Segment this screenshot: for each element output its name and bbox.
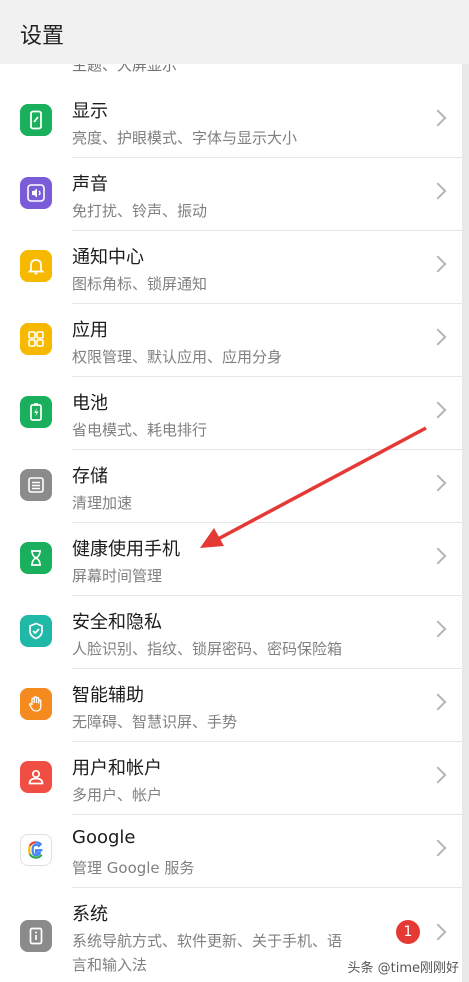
settings-item-subtitle: 管理 Google 服务 <box>72 859 195 877</box>
settings-item-subtitle: 多用户、帐户 <box>72 786 163 804</box>
settings-item-google[interactable]: Google 管理 Google 服务 <box>0 815 462 888</box>
chevron-right-icon <box>429 839 447 857</box>
settings-item-security[interactable]: 安全和隐私 人脸识别、指纹、锁屏密码、密码保险箱 <box>0 596 462 669</box>
update-badge: 1 <box>396 920 420 944</box>
settings-item-subtitle: 图标角标、锁屏通知 <box>72 275 208 293</box>
page-title: 设置 <box>20 24 65 49</box>
shield-icon <box>20 615 52 647</box>
settings-item-subtitle: 权限管理、默认应用、应用分身 <box>72 348 283 366</box>
settings-item-title: 智能辅助 <box>72 685 144 706</box>
settings-item-subtitle: 无障碍、智慧识屏、手势 <box>72 713 238 731</box>
settings-item-notifications[interactable]: 通知中心 图标角标、锁屏通知 <box>0 231 462 304</box>
settings-item-title: 声音 <box>72 174 108 195</box>
system-icon <box>20 920 52 952</box>
user-icon <box>20 761 52 793</box>
settings-item-subtitle: 屏幕时间管理 <box>72 567 163 585</box>
settings-item-title: 电池 <box>72 393 108 414</box>
settings-item-digital-balance[interactable]: 健康使用手机 屏幕时间管理 <box>0 523 462 596</box>
chevron-right-icon <box>429 766 447 784</box>
chevron-right-icon <box>429 547 447 565</box>
settings-item-smart-assistance[interactable]: 智能辅助 无障碍、智慧识屏、手势 <box>0 669 462 742</box>
settings-item-subtitle: 系统导航方式、软件更新、关于手机、语 <box>72 932 343 950</box>
settings-item-title: 应用 <box>72 320 108 341</box>
apps-icon <box>20 323 52 355</box>
settings-item-display[interactable]: 显示 亮度、护眼模式、字体与显示大小 <box>0 85 462 158</box>
chevron-right-icon <box>429 182 447 200</box>
settings-list[interactable]: 主题、大屏显示 显示 亮度、护眼模式、字体与显示大小 声音 免打扰、铃声、振动 … <box>0 64 462 982</box>
display-icon <box>20 104 52 136</box>
settings-item-title: 系统 <box>72 904 108 925</box>
settings-item-title: 用户和帐户 <box>72 758 162 779</box>
sound-icon <box>20 177 52 209</box>
battery-icon <box>20 396 52 428</box>
chevron-right-icon <box>429 474 447 492</box>
settings-item-sound[interactable]: 声音 免打扰、铃声、振动 <box>0 158 462 231</box>
hourglass-icon <box>20 542 52 574</box>
settings-item-subtitle: 亮度、护眼模式、字体与显示大小 <box>72 129 298 147</box>
settings-item-subtitle: 免打扰、铃声、振动 <box>72 202 208 220</box>
settings-item-subtitle: 清理加速 <box>72 494 133 512</box>
settings-item-title: 通知中心 <box>72 247 144 268</box>
partial-item-subtitle: 主题、大屏显示 <box>72 64 178 74</box>
scroll-edge <box>462 64 469 982</box>
chevron-right-icon <box>429 328 447 346</box>
settings-item-storage[interactable]: 存储 清理加速 <box>0 450 462 523</box>
storage-icon <box>20 469 52 501</box>
chevron-right-icon <box>429 255 447 273</box>
settings-item-title: 存储 <box>72 466 108 487</box>
settings-item-title: 显示 <box>72 101 108 122</box>
chevron-right-icon <box>429 401 447 419</box>
settings-item-title: Google <box>72 827 136 848</box>
chevron-right-icon <box>429 109 447 127</box>
settings-item-title: 安全和隐私 <box>72 612 162 633</box>
settings-item-users-accounts[interactable]: 用户和帐户 多用户、帐户 <box>0 742 462 815</box>
settings-item-subtitle-continued: 言和输入法 <box>72 956 148 974</box>
settings-item-battery[interactable]: 电池 省电模式、耗电排行 <box>0 377 462 450</box>
settings-item-subtitle: 省电模式、耗电排行 <box>72 421 208 439</box>
google-icon <box>20 834 52 866</box>
chevron-right-icon <box>429 620 447 638</box>
bell-icon <box>20 250 52 282</box>
settings-header: 设置 <box>0 0 469 66</box>
settings-item-subtitle: 人脸识别、指纹、锁屏密码、密码保险箱 <box>72 640 343 658</box>
settings-item-apps[interactable]: 应用 权限管理、默认应用、应用分身 <box>0 304 462 377</box>
chevron-right-icon <box>429 923 447 941</box>
watermark: 头条 @time刚刚好 <box>347 961 459 976</box>
hand-icon <box>20 688 52 720</box>
settings-item-title: 健康使用手机 <box>72 539 180 560</box>
chevron-right-icon <box>429 693 447 711</box>
